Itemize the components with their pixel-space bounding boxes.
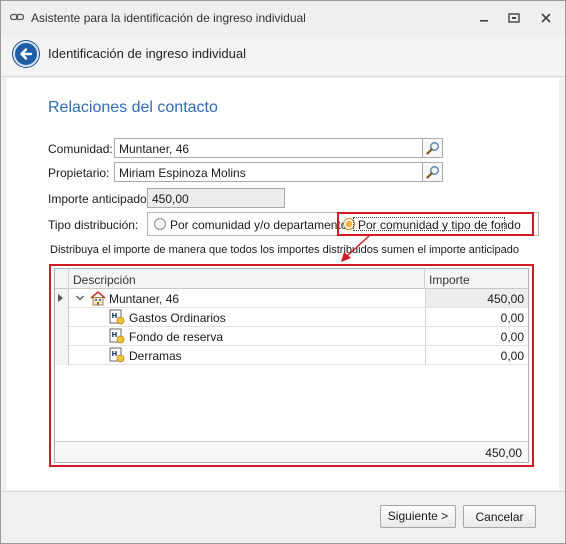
row-description: Fondo de reserva	[129, 330, 224, 344]
row-description: Derramas	[129, 349, 182, 363]
distribution-hint: Distribuya el importe de manera que todo…	[50, 244, 519, 256]
grid-header: Descripción Importe	[55, 269, 528, 289]
minimize-button[interactable]	[475, 9, 493, 27]
next-button[interactable]: Siguiente >	[380, 505, 456, 528]
search-icon	[425, 166, 439, 179]
propietario-field[interactable]: Miriam Espinoza Molins	[114, 162, 423, 182]
back-arrow-icon	[20, 48, 33, 60]
current-row-indicator	[58, 294, 63, 302]
wizard-window: Asistente para la identificación de ingr…	[0, 0, 566, 544]
maximize-icon	[508, 13, 520, 23]
tipo-distribucion-label: Tipo distribución:	[48, 218, 139, 232]
importe-label: Importe anticipado:	[48, 192, 151, 206]
indicator-header	[55, 269, 69, 289]
row-amount: 0,00	[500, 330, 524, 344]
row-amount-cell[interactable]: 0,00	[425, 308, 528, 326]
row-amount-cell[interactable]: 0,00	[425, 327, 528, 345]
distribution-grid[interactable]: Descripción Importe Muntaner, 46 450,00	[54, 268, 529, 463]
section-title: Relaciones del contacto	[48, 99, 218, 116]
maximize-button[interactable]	[505, 9, 523, 27]
grid-footer: 450,00	[55, 441, 528, 462]
svg-text:H: H	[112, 350, 118, 358]
back-button[interactable]	[13, 41, 39, 67]
next-button-label: Siguiente >	[387, 509, 449, 523]
fund-icon: H	[109, 309, 125, 325]
title-bar: Asistente para la identificación de ingr…	[1, 1, 565, 35]
row-description: Gastos Ordinarios	[129, 311, 226, 325]
chevron-down-icon[interactable]	[75, 293, 85, 303]
propietario-lookup-button[interactable]	[423, 162, 443, 182]
svg-text:H: H	[112, 312, 118, 320]
search-icon	[425, 142, 439, 155]
window-title: Asistente para la identificación de ingr…	[31, 11, 306, 25]
grid-total: 450,00	[485, 446, 522, 460]
wizard-header: Identificación de ingreso individual	[1, 35, 565, 77]
row-amount: 0,00	[500, 349, 524, 363]
row-amount-cell[interactable]: 450,00	[425, 289, 528, 307]
row-amount: 0,00	[500, 311, 524, 325]
cancel-button[interactable]: Cancelar	[463, 505, 536, 528]
table-row[interactable]: H Derramas 0,00	[69, 346, 528, 365]
highlight-box-radio	[337, 212, 534, 236]
comunidad-field[interactable]: Muntaner, 46	[114, 138, 423, 158]
importe-field: 450,00	[147, 188, 285, 208]
row-indicator-column	[55, 289, 69, 365]
fund-icon: H	[109, 328, 125, 344]
fund-icon: H	[109, 347, 125, 363]
wizard-footer: Siguiente > Cancelar	[1, 491, 565, 543]
table-row[interactable]: Muntaner, 46 450,00	[69, 289, 528, 308]
wizard-content: Relaciones del contacto Comunidad: Munta…	[7, 78, 559, 490]
wizard-step-title: Identificación de ingreso individual	[48, 46, 247, 61]
link-icon	[10, 13, 24, 21]
table-row[interactable]: H Fondo de reserva 0,00	[69, 327, 528, 346]
minimize-icon	[480, 20, 488, 22]
svg-text:H: H	[112, 331, 118, 339]
row-amount-cell[interactable]: 0,00	[425, 346, 528, 364]
radio-label-departamento[interactable]: Por comunidad y/o departamento	[170, 218, 347, 232]
radio-por-departamento[interactable]	[154, 218, 166, 230]
close-icon	[541, 13, 551, 23]
propietario-label: Propietario:	[48, 166, 110, 180]
row-amount: 450,00	[487, 292, 524, 306]
row-description: Muntaner, 46	[109, 292, 180, 306]
comunidad-lookup-button[interactable]	[423, 138, 443, 158]
column-header-descripcion[interactable]: Descripción	[69, 269, 425, 289]
column-header-importe[interactable]: Importe	[425, 269, 528, 289]
close-button[interactable]	[537, 9, 555, 27]
comunidad-label: Comunidad:	[48, 142, 113, 156]
building-icon	[90, 290, 106, 306]
table-row[interactable]: H Gastos Ordinarios 0,00	[69, 308, 528, 327]
